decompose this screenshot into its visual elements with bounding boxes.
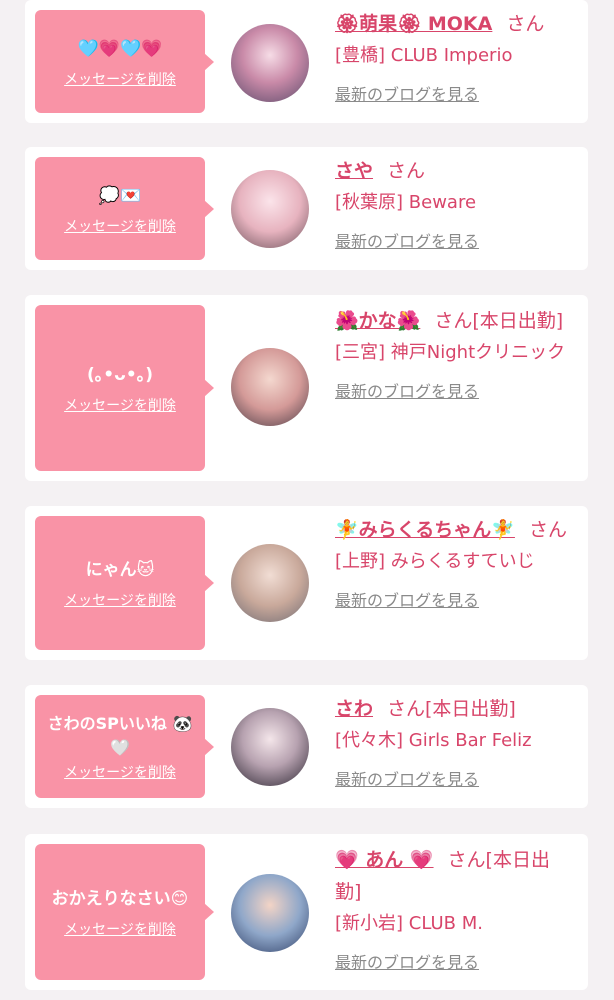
honorific: さん	[387, 160, 426, 182]
latest-blog-link[interactable]: 最新のブログを見る	[335, 81, 479, 105]
cast-name-link[interactable]: 🌺かな🌺	[335, 310, 420, 332]
message-card: おかえりなさい😊 メッセージを削除 💗 あん 💗 さん[本日出勤] [新小岩] C…	[25, 834, 588, 990]
cast-name-link[interactable]: さや	[335, 160, 373, 182]
message-text: さわのSPいいね 🐼🤍	[47, 713, 193, 757]
message-bubble: 🩵💗🩵💗 メッセージを削除	[35, 10, 214, 113]
message-bubble: おかえりなさい😊 メッセージを削除	[35, 844, 214, 980]
message-card: さわのSPいいね 🐼🤍 メッセージを削除 さわ さん[本日出勤] [代々木] Gi…	[25, 685, 588, 808]
cast-name-line: 🏵萌果🏵 MOKA さん	[335, 8, 575, 40]
avatar[interactable]	[231, 170, 309, 248]
latest-blog-link[interactable]: 最新のブログを見る	[335, 766, 479, 790]
cast-name-link[interactable]: さわ	[335, 698, 373, 720]
cast-info: さわ さん[本日出勤] [代々木] Girls Bar Feliz 最新のブログを…	[335, 693, 575, 790]
cast-name-link[interactable]: 💗 あん 💗	[335, 849, 434, 871]
shop-info: [秋葉原] Beware	[335, 192, 477, 213]
shop-info: [新小岩] CLUB M.	[335, 913, 483, 934]
message-bubble: さわのSPいいね 🐼🤍 メッセージを削除	[35, 695, 214, 798]
honorific: さん[本日出勤]	[434, 310, 564, 332]
cast-info: 🌺かな🌺 さん[本日出勤] [三宮] 神戸Nightクリニック 最新のブログを見る	[335, 305, 575, 402]
delete-message-link[interactable]: メッセージを削除	[64, 69, 176, 89]
avatar[interactable]	[231, 708, 309, 786]
message-card: 💭💌 メッセージを削除 さや さん [秋葉原] Beware 最新のブログを見る	[25, 147, 588, 270]
shop-info: [三宮] 神戸Nightクリニック	[335, 342, 566, 363]
cast-info: 🏵萌果🏵 MOKA さん [豊橋] CLUB Imperio 最新のブログを見る	[335, 8, 575, 105]
message-card: (｡•ᴗ•｡) メッセージを削除 🌺かな🌺 さん[本日出勤] [三宮] 神戸Nig…	[25, 295, 588, 481]
delete-message-link[interactable]: メッセージを削除	[64, 762, 176, 782]
cast-name-line: さや さん	[335, 155, 575, 187]
cast-name-line: 🌺かな🌺 さん[本日出勤]	[335, 305, 575, 337]
avatar[interactable]	[231, 544, 309, 622]
cast-info: 💗 あん 💗 さん[本日出勤] [新小岩] CLUB M. 最新のブログを見る	[335, 844, 575, 973]
delete-message-link[interactable]: メッセージを削除	[64, 919, 176, 939]
message-text: おかえりなさい😊	[51, 889, 189, 909]
message-bubble: にゃん🐱 メッセージを削除	[35, 516, 214, 650]
message-text: 🩵💗🩵💗	[77, 38, 163, 59]
message-text: 💭💌	[98, 185, 142, 206]
cast-name-link[interactable]: 🧚みらくるちゃん🧚	[335, 519, 515, 541]
shop-info: [豊橋] CLUB Imperio	[335, 45, 513, 66]
message-bubble: 💭💌 メッセージを削除	[35, 157, 214, 260]
cast-name-line: さわ さん[本日出勤]	[335, 693, 575, 725]
shop-info: [上野] みらくるすていじ	[335, 551, 535, 572]
message-card: 🩵💗🩵💗 メッセージを削除 🏵萌果🏵 MOKA さん [豊橋] CLUB Impe…	[25, 0, 588, 123]
cast-name-line: 🧚みらくるちゃん🧚 さん	[335, 514, 575, 546]
message-text: (｡•ᴗ•｡)	[87, 365, 153, 385]
message-text: にゃん🐱	[85, 560, 155, 580]
honorific: さん[本日出勤]	[387, 698, 516, 720]
delete-message-link[interactable]: メッセージを削除	[64, 216, 176, 236]
honorific: さん	[528, 519, 567, 541]
latest-blog-link[interactable]: 最新のブログを見る	[335, 378, 479, 402]
cast-name-line: 💗 あん 💗 さん[本日出勤]	[335, 844, 575, 908]
latest-blog-link[interactable]: 最新のブログを見る	[335, 949, 479, 973]
cast-info: さや さん [秋葉原] Beware 最新のブログを見る	[335, 155, 575, 252]
honorific: さん	[506, 13, 545, 35]
cast-name-link[interactable]: 🏵萌果🏵 MOKA	[335, 13, 492, 35]
latest-blog-link[interactable]: 最新のブログを見る	[335, 228, 479, 252]
cast-info: 🧚みらくるちゃん🧚 さん [上野] みらくるすていじ 最新のブログを見る	[335, 514, 575, 611]
message-bubble: (｡•ᴗ•｡) メッセージを削除	[35, 305, 214, 471]
delete-message-link[interactable]: メッセージを削除	[64, 395, 176, 415]
delete-message-link[interactable]: メッセージを削除	[64, 590, 176, 610]
avatar[interactable]	[231, 874, 309, 952]
shop-info: [代々木] Girls Bar Feliz	[335, 730, 532, 751]
latest-blog-link[interactable]: 最新のブログを見る	[335, 587, 479, 611]
avatar[interactable]	[231, 24, 309, 102]
message-card: にゃん🐱 メッセージを削除 🧚みらくるちゃん🧚 さん [上野] みらくるすていじ …	[25, 506, 588, 660]
avatar[interactable]	[231, 348, 309, 426]
